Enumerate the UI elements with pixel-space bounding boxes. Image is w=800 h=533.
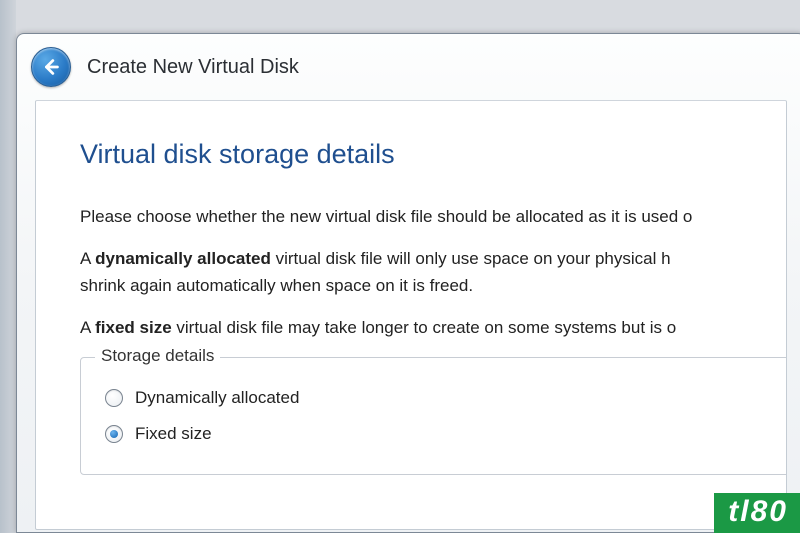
radio-indicator bbox=[105, 389, 123, 407]
intro-text: Please choose whether the new virtual di… bbox=[80, 204, 746, 230]
radio-dynamically-allocated[interactable]: Dynamically allocated bbox=[103, 380, 777, 416]
dynamic-line2: shrink again automatically when space on… bbox=[80, 276, 473, 295]
dynamic-strong: dynamically allocated bbox=[95, 249, 271, 268]
back-button[interactable] bbox=[31, 47, 71, 87]
wizard-window: Create New Virtual Disk Virtual disk sto… bbox=[16, 33, 800, 533]
fixed-rest: virtual disk file may take longer to cre… bbox=[172, 318, 677, 337]
storage-details-group: Storage details Dynamically allocated Fi… bbox=[80, 357, 787, 475]
radio-label: Fixed size bbox=[135, 424, 212, 444]
dynamic-prefix: A bbox=[80, 249, 95, 268]
page-heading: Virtual disk storage details bbox=[80, 139, 746, 170]
watermark: tl80 bbox=[714, 493, 800, 533]
radio-label: Dynamically allocated bbox=[135, 388, 299, 408]
arrow-left-icon bbox=[40, 56, 62, 78]
content-panel: Virtual disk storage details Please choo… bbox=[35, 100, 787, 530]
group-legend: Storage details bbox=[95, 346, 220, 366]
fixed-desc: A fixed size virtual disk file may take … bbox=[80, 315, 746, 341]
background-strip bbox=[0, 0, 16, 533]
dynamic-rest: virtual disk file will only use space on… bbox=[271, 249, 671, 268]
radio-indicator bbox=[105, 425, 123, 443]
window-title: Create New Virtual Disk bbox=[87, 56, 299, 79]
fixed-prefix: A bbox=[80, 318, 95, 337]
dynamic-desc: A dynamically allocated virtual disk fil… bbox=[80, 246, 746, 299]
fixed-strong: fixed size bbox=[95, 318, 172, 337]
titlebar: Create New Virtual Disk bbox=[17, 34, 800, 100]
radio-fixed-size[interactable]: Fixed size bbox=[103, 416, 777, 452]
